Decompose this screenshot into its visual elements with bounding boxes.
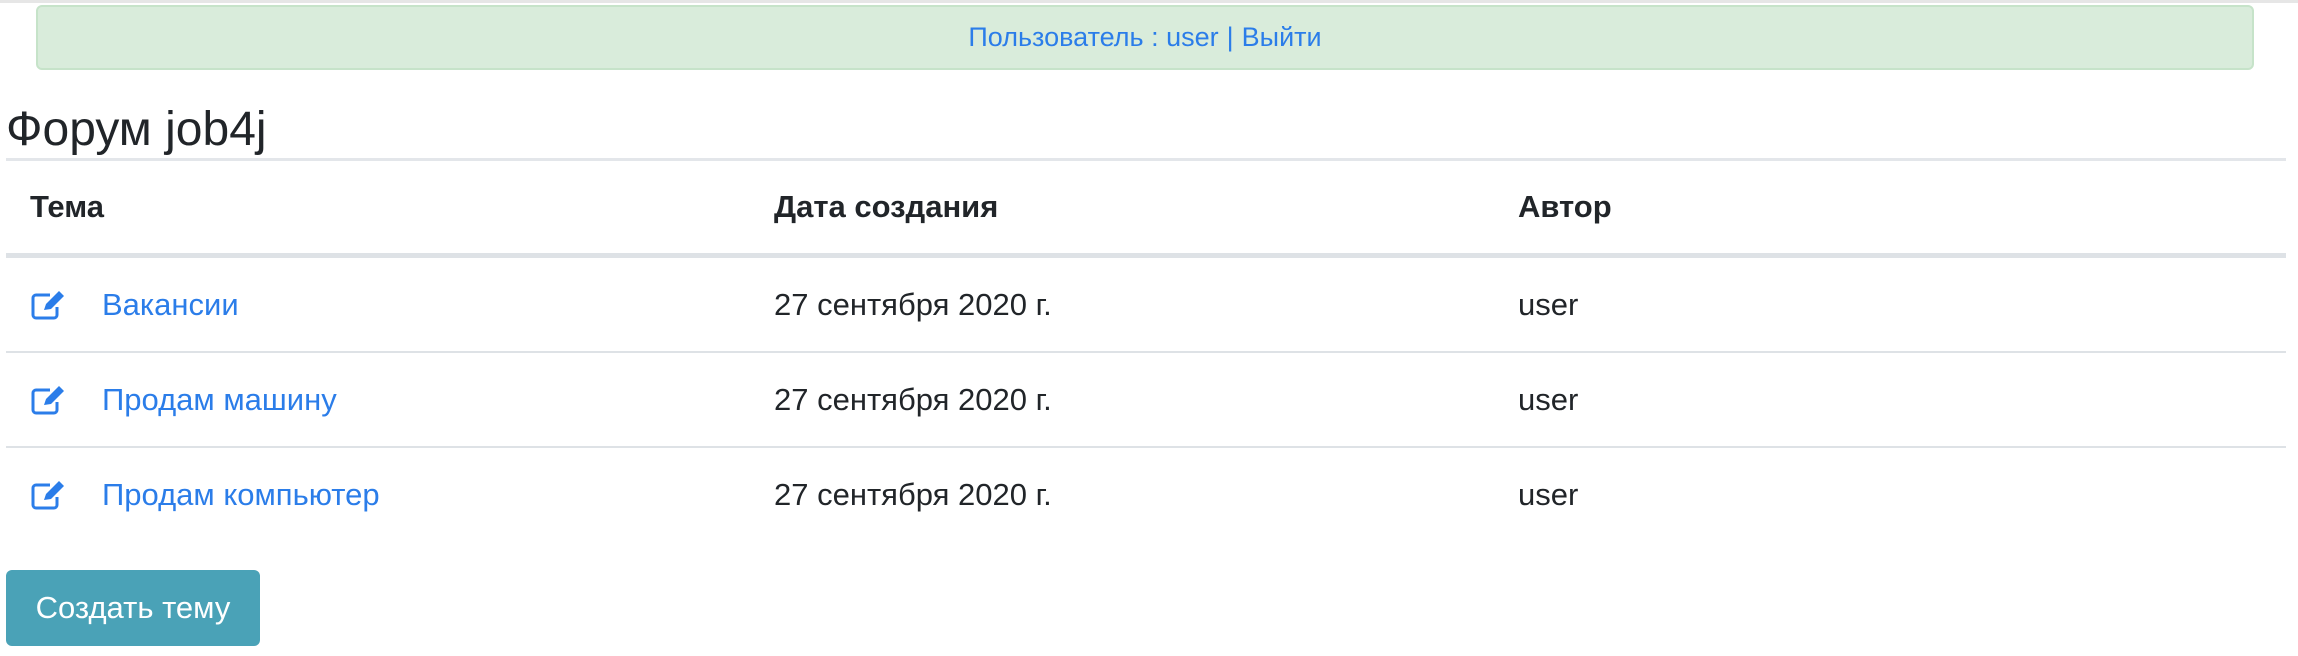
page-title: Форум job4j [6, 103, 267, 156]
column-header-created: Дата создания [750, 161, 1494, 258]
edit-icon[interactable] [30, 480, 66, 510]
logout-link[interactable]: Выйти [1242, 22, 1322, 53]
column-header-author: Автор [1494, 161, 2286, 258]
forum-page: Пользователь : user | Выйти Форум job4j … [0, 0, 2298, 656]
topic-cell: Продам компьютер [6, 447, 750, 541]
table-header-row: Тема Дата создания Автор [6, 161, 2286, 258]
created-date-cell: 27 сентября 2020 г. [750, 352, 1494, 448]
user-bar-separator: | [1226, 22, 1234, 52]
topic-link[interactable]: Продам машину [102, 382, 337, 418]
edit-icon[interactable] [30, 385, 66, 415]
topic-link[interactable]: Вакансии [102, 287, 239, 323]
topic-link[interactable]: Продам компьютер [102, 477, 380, 513]
author-cell: user [1518, 476, 1579, 512]
edit-icon[interactable] [30, 290, 66, 320]
topics-table: Тема Дата создания Автор Вакансии 27 сен… [6, 161, 2286, 541]
topic-cell: Вакансии [6, 255, 750, 353]
table-row: Продам машину 27 сентября 2020 г. user [6, 352, 2286, 448]
author-cell: user [1494, 352, 2286, 448]
author-cell: user [1494, 255, 2286, 353]
create-topic-button[interactable]: Создать тему [6, 570, 260, 646]
top-divider [0, 0, 2298, 3]
created-date-cell: 27 сентября 2020 г. [774, 476, 1052, 512]
table-row: Вакансии 27 сентября 2020 г. user [6, 255, 2286, 353]
user-info-bar: Пользователь : user | Выйти [36, 5, 2254, 70]
current-user-link[interactable]: Пользователь : user [968, 22, 1218, 53]
topic-cell: Продам машину [6, 352, 750, 448]
created-date-cell: 27 сентября 2020 г. [750, 255, 1494, 353]
column-header-topic: Тема [6, 161, 750, 258]
table-row: Продам компьютер 27 сентября 2020 г. use… [6, 447, 2286, 541]
